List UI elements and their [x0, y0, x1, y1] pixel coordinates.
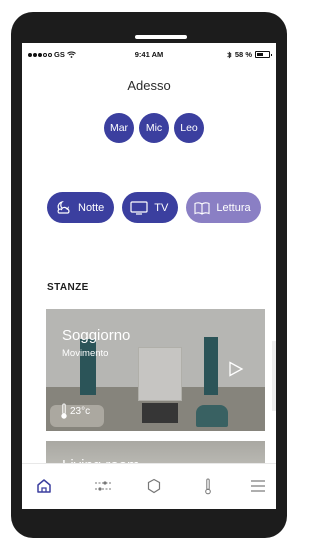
tab-devices[interactable]	[93, 476, 113, 496]
rooms-section-title: STANZE	[47, 282, 89, 293]
tab-security[interactable]	[144, 476, 164, 496]
home-icon	[37, 479, 51, 493]
tab-home[interactable]	[34, 476, 54, 496]
shield-icon	[147, 478, 161, 494]
app-screen: GS 9:41 AM 58 % Adesso Mar Mic Leo Notte…	[22, 43, 276, 509]
scene-list: Notte TV Lettura	[47, 192, 261, 223]
thermometer-icon	[205, 478, 211, 494]
person-avatar-mar[interactable]: Mar	[104, 113, 134, 143]
room-name: Soggiorno	[62, 327, 131, 344]
tv-icon	[130, 200, 148, 215]
page-title: Adesso	[127, 78, 171, 93]
book-icon	[194, 201, 210, 215]
battery-percent: 58 %	[234, 50, 252, 59]
room-temperature-value: 23°c	[70, 405, 91, 417]
tab-climate[interactable]	[198, 476, 218, 496]
speaker-slot	[135, 35, 187, 39]
tab-bar	[22, 463, 276, 509]
next-card-edge	[272, 341, 276, 411]
tab-menu[interactable]	[248, 476, 268, 496]
scene-button-tv[interactable]: TV	[122, 192, 179, 223]
moon-cloud-icon	[57, 200, 70, 214]
room-card-soggiorno[interactable]: Soggiorno Movimento 23°c	[46, 309, 265, 431]
scene-label: Notte	[78, 201, 105, 214]
status-right: 58 %	[227, 50, 272, 59]
person-avatar-mic[interactable]: Mic	[139, 113, 169, 143]
status-bar: GS 9:41 AM 58 %	[22, 43, 276, 65]
thermometer-icon	[61, 403, 67, 419]
scene-label: Lettura	[216, 201, 251, 214]
room-status: Movimento	[62, 348, 109, 359]
scene-label: TV	[154, 201, 169, 214]
bluetooth-icon	[227, 50, 232, 59]
scene-button-notte[interactable]: Notte	[47, 192, 115, 223]
room-temperature: 23°c	[61, 403, 90, 419]
person-avatar-leo[interactable]: Leo	[174, 113, 204, 143]
people-list: Mar Mic Leo	[104, 113, 204, 143]
menu-icon	[251, 480, 265, 492]
sliders-icon	[95, 481, 111, 491]
battery-icon	[255, 51, 272, 58]
play-icon[interactable]	[228, 361, 244, 377]
scene-button-lettura[interactable]: Lettura	[186, 192, 261, 223]
